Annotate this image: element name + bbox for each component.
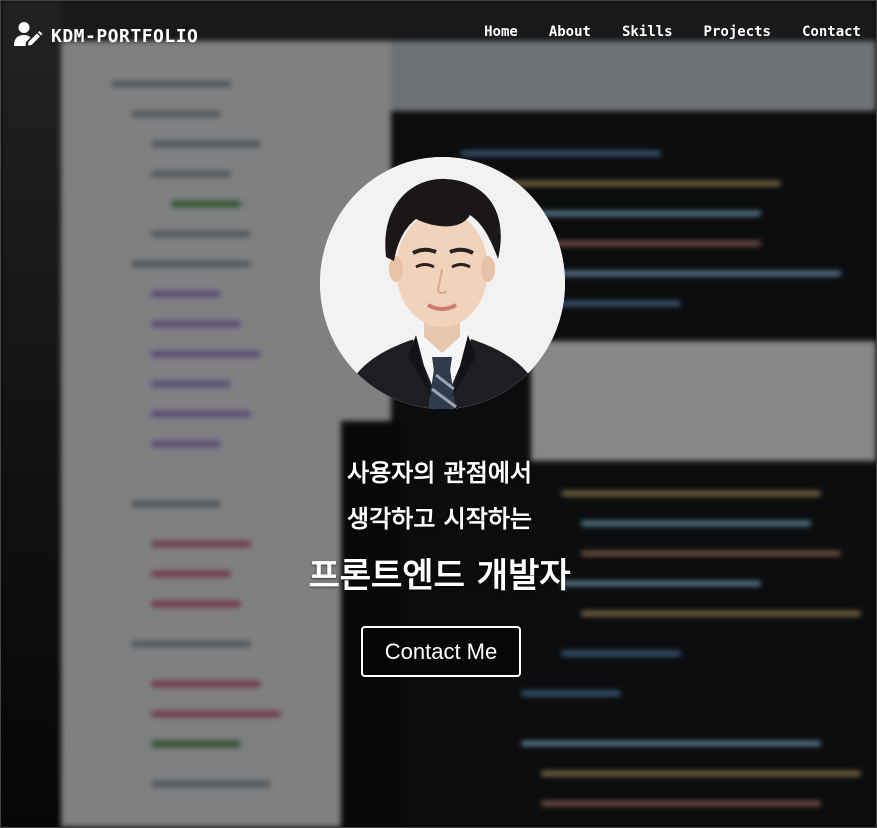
- nav-item-contact[interactable]: Contact: [802, 24, 861, 40]
- site-logo[interactable]: KDM-PORTFOLIO: [13, 21, 198, 51]
- profile-photo: [320, 157, 565, 409]
- contact-me-button[interactable]: Contact Me: [361, 626, 521, 677]
- main-nav: Home About Skills Projects Contact: [484, 24, 861, 40]
- nav-item-about[interactable]: About: [549, 24, 591, 40]
- nav-item-projects[interactable]: Projects: [704, 24, 771, 40]
- tagline-line-1: 사용자의 관점에서: [347, 459, 532, 487]
- hero-dark-overlay: [1, 1, 876, 827]
- tagline-title: 프론트엔드 개발자: [308, 556, 571, 596]
- page: KDM-PORTFOLIO Home About Skills Projects…: [0, 0, 877, 828]
- logo-text: KDM-PORTFOLIO: [51, 25, 199, 47]
- nav-item-home[interactable]: Home: [484, 24, 518, 40]
- nav-item-skills[interactable]: Skills: [622, 24, 673, 40]
- user-edit-icon: [13, 21, 51, 51]
- site-header: KDM-PORTFOLIO Home About Skills Projects…: [1, 1, 876, 67]
- tagline-line-2: 생각하고 시작하는: [347, 505, 532, 533]
